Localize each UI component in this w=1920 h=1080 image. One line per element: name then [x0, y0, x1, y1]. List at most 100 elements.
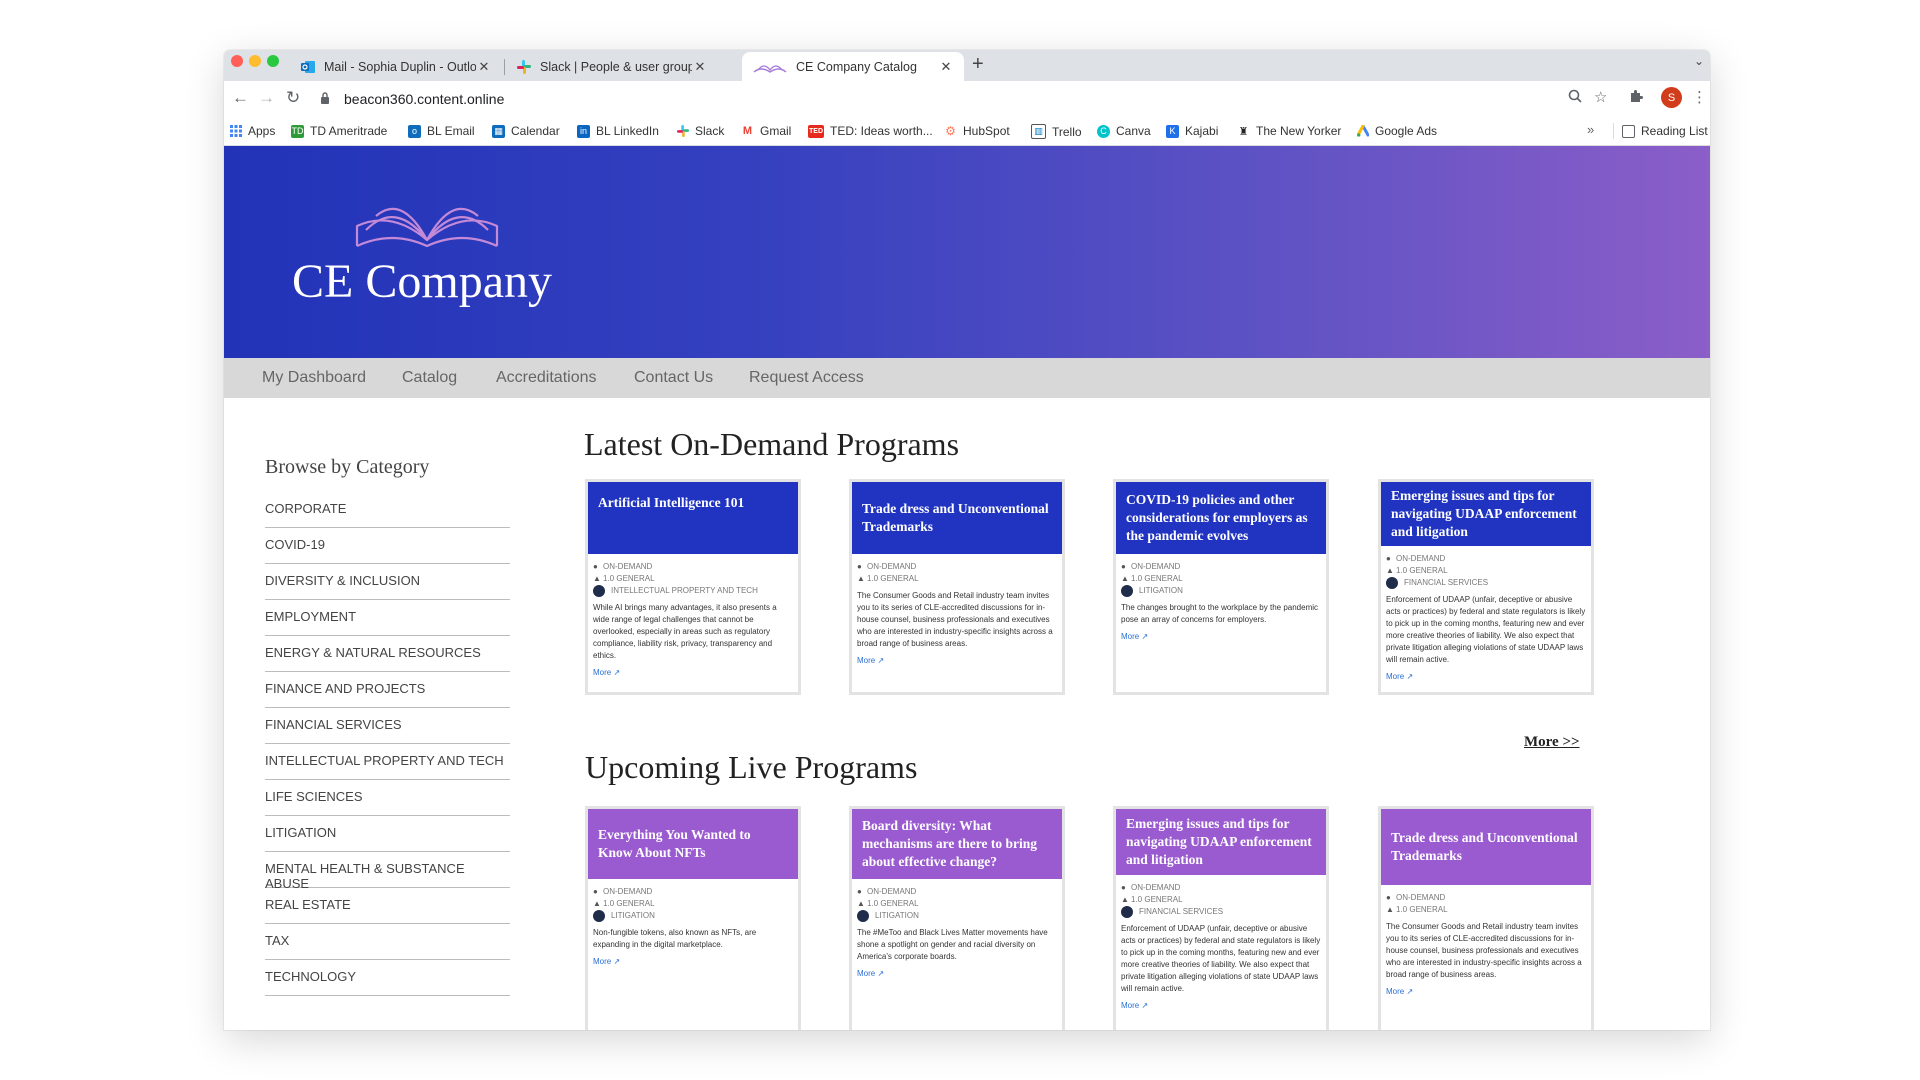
card-title[interactable]: Emerging issues and tips for navigating … — [1116, 809, 1326, 875]
close-tab-icon[interactable]: ✕ — [938, 59, 954, 75]
program-card[interactable]: Trade dress and Unconventional Trademark… — [1378, 806, 1594, 1030]
category-item[interactable]: INTELLECTUAL PROPERTY AND TECH — [265, 744, 510, 780]
graduation-cap-icon: ▲ — [1121, 574, 1129, 583]
close-tab-icon[interactable]: ✕ — [692, 59, 708, 75]
card-more-link[interactable]: More ↗ — [1121, 1001, 1148, 1010]
card-more-link[interactable]: More ↗ — [1121, 632, 1148, 641]
nav-accreditations[interactable]: Accreditations — [496, 369, 597, 387]
category-item[interactable]: LITIGATION — [265, 816, 510, 852]
bookmark-star-icon[interactable]: ☆ — [1594, 89, 1607, 107]
bookmark-hubspot[interactable]: ⚙ HubSpot — [944, 124, 1010, 138]
card-mode: ON-DEMAND — [1131, 562, 1181, 571]
bookmark-bl-linkedin[interactable]: in BL LinkedIn — [577, 124, 659, 138]
category-item[interactable]: FINANCIAL SERVICES — [265, 708, 510, 744]
bookmark-calendar[interactable]: ▦ Calendar — [492, 124, 560, 138]
category-item[interactable]: EMPLOYMENT — [265, 600, 510, 636]
close-window-button[interactable] — [231, 55, 243, 67]
graduation-cap-icon: ▲ — [1386, 905, 1394, 914]
hubspot-icon: ⚙ — [945, 124, 956, 138]
card-title[interactable]: Artificial Intelligence 101 — [588, 482, 798, 554]
bookmark-td-ameritrade[interactable]: TD TD Ameritrade — [291, 124, 387, 138]
category-item[interactable]: TAX — [265, 924, 510, 960]
category-item[interactable]: CORPORATE — [265, 492, 510, 528]
card-more-link[interactable]: More ↗ — [1386, 987, 1413, 996]
nav-contact-us[interactable]: Contact Us — [634, 369, 713, 387]
bookmark-slack[interactable]: Slack — [676, 124, 724, 138]
bookmark-trello[interactable]: ▥ Trello — [1031, 124, 1082, 139]
bookmark-kajabi[interactable]: K Kajabi — [1166, 124, 1218, 138]
nav-catalog[interactable]: Catalog — [402, 369, 457, 387]
bookmark-canva[interactable]: C Canva — [1097, 124, 1151, 138]
card-title[interactable]: COVID-19 policies and other consideratio… — [1116, 482, 1326, 554]
topic-badge-icon — [1386, 577, 1398, 589]
card-title[interactable]: Emerging issues and tips for navigating … — [1381, 482, 1591, 546]
td-icon: TD — [291, 124, 304, 138]
card-more-link[interactable]: More ↗ — [593, 957, 620, 966]
tab-outlook[interactable]: Mail - Sophia Duplin - Outlook ✕ — [290, 52, 502, 81]
card-title[interactable]: Board diversity: What mechanisms are the… — [852, 809, 1062, 879]
card-title[interactable]: Trade dress and Unconventional Trademark… — [1381, 809, 1591, 885]
brand-wordmark: CE Company — [292, 255, 552, 308]
nav-my-dashboard[interactable]: My Dashboard — [262, 369, 366, 387]
category-item[interactable]: COVID-19 — [265, 528, 510, 564]
bookmarks-overflow-chevron-icon[interactable]: » — [1587, 122, 1594, 137]
card-description: The changes brought to the workplace by … — [1121, 603, 1319, 624]
graduation-cap-icon: ▲ — [1121, 895, 1129, 904]
tab-ce-company-catalog[interactable]: CE Company Catalog ✕ — [742, 52, 964, 81]
program-card[interactable]: Emerging issues and tips for navigating … — [1113, 806, 1329, 1030]
category-item[interactable]: MENTAL HEALTH & SUBSTANCE ABUSE — [265, 852, 510, 891]
program-card[interactable]: Everything You Wanted to Know About NFTs… — [585, 806, 801, 1030]
card-title[interactable]: Trade dress and Unconventional Trademark… — [852, 482, 1062, 554]
more-menu-icon[interactable]: ⋮ — [1692, 89, 1707, 107]
card-credit: 1.0 GENERAL — [1131, 574, 1183, 583]
on-demand-clock-icon: ● — [593, 562, 598, 571]
bookmark-bl-email[interactable]: o BL Email — [408, 124, 475, 138]
external-link-icon: ↗ — [877, 969, 885, 978]
card-more-link[interactable]: More ↗ — [857, 969, 884, 978]
bookmark-gmail[interactable]: M Gmail — [741, 124, 791, 138]
program-card[interactable]: COVID-19 policies and other consideratio… — [1113, 479, 1329, 695]
zoom-search-icon[interactable] — [1568, 89, 1582, 108]
back-arrow-icon[interactable]: ← — [232, 88, 249, 108]
card-mode: ON-DEMAND — [603, 562, 653, 571]
card-title[interactable]: Everything You Wanted to Know About NFTs — [588, 809, 798, 879]
category-item[interactable]: REAL ESTATE — [265, 888, 510, 924]
category-item[interactable]: DIVERSITY & INCLUSION — [265, 564, 510, 600]
tab-search-chevron-icon[interactable]: ⌄ — [1694, 54, 1704, 68]
program-card[interactable]: Emerging issues and tips for navigating … — [1378, 479, 1594, 695]
reload-icon[interactable]: ↻ — [286, 88, 300, 108]
new-tab-button[interactable]: + — [972, 54, 984, 74]
category-item[interactable]: ENERGY & NATURAL RESOURCES — [265, 636, 510, 672]
minimize-window-button[interactable] — [249, 55, 261, 67]
external-link-icon: ↗ — [1406, 672, 1414, 681]
category-item[interactable]: FINANCE AND PROJECTS — [265, 672, 510, 708]
bookmark-apps[interactable]: Apps — [229, 124, 275, 138]
card-credit: 1.0 GENERAL — [867, 574, 919, 583]
program-card[interactable]: Trade dress and Unconventional Trademark… — [849, 479, 1065, 695]
program-card[interactable]: Artificial Intelligence 101 ● ON-DEMAND ▲… — [585, 479, 801, 695]
forward-arrow-icon[interactable]: → — [258, 88, 275, 108]
maximize-window-button[interactable] — [267, 55, 279, 67]
program-card[interactable]: Board diversity: What mechanisms are the… — [849, 806, 1065, 1030]
more-programs-link[interactable]: More >> — [1524, 734, 1580, 751]
bookmark-the-new-yorker[interactable]: ♜ The New Yorker — [1237, 124, 1342, 138]
tab-slack[interactable]: Slack | People & user groups | ✕ — [506, 52, 718, 81]
profile-avatar[interactable]: S — [1661, 87, 1682, 108]
card-more-label: More — [593, 957, 612, 966]
bookmark-ted[interactable]: TED TED: Ideas worth... — [808, 124, 933, 138]
close-tab-icon[interactable]: ✕ — [476, 59, 492, 75]
bookmark-google-ads[interactable]: Google Ads — [1356, 124, 1437, 138]
card-more-link[interactable]: More ↗ — [593, 668, 620, 677]
open-book-logo-icon — [355, 207, 499, 248]
extensions-puzzle-icon[interactable] — [1629, 89, 1643, 108]
card-credit: 1.0 GENERAL — [603, 899, 655, 908]
address-bar[interactable]: beacon360.content.online — [320, 86, 1590, 112]
category-item[interactable]: LIFE SCIENCES — [265, 780, 510, 816]
reading-list-button[interactable]: Reading List — [1622, 124, 1708, 138]
card-topic: FINANCIAL SERVICES — [1404, 578, 1489, 587]
category-item[interactable]: TECHNOLOGY — [265, 960, 510, 996]
card-more-link[interactable]: More ↗ — [857, 656, 884, 665]
card-more-link[interactable]: More ↗ — [1386, 672, 1413, 681]
on-demand-clock-icon: ● — [1386, 893, 1391, 902]
nav-request-access[interactable]: Request Access — [749, 369, 864, 387]
